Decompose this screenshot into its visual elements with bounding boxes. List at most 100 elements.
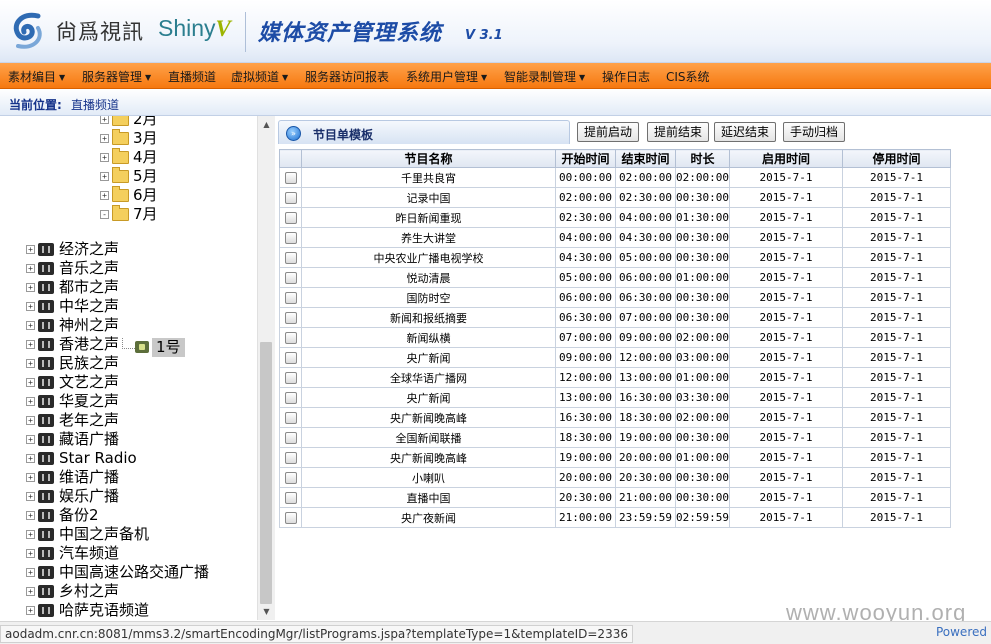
nav-item-1[interactable]: 服务器管理 ▼ <box>82 68 151 85</box>
table-row[interactable]: 记录中国 02:00:00 02:30:00 00:30:00 2015-7-1 2015… <box>279 187 951 208</box>
expand-toggle-icon[interactable]: + <box>26 416 35 425</box>
disable-date-cell: 2015-7-1 <box>842 307 951 328</box>
expand-toggle-icon[interactable]: + <box>26 245 35 254</box>
expand-toggle-icon[interactable]: + <box>26 302 35 311</box>
expand-toggle-icon[interactable]: + <box>100 191 109 200</box>
program-name-cell: 昨日新闻重现 <box>301 207 556 228</box>
row-checkbox[interactable] <box>284 492 297 504</box>
expand-toggle-icon[interactable]: + <box>26 587 35 596</box>
enable-date-cell: 2015-7-1 <box>729 287 843 308</box>
row-checkbox[interactable] <box>284 252 297 264</box>
row-checkbox[interactable] <box>284 292 297 304</box>
nav-item-0[interactable]: 素材编目 ▼ <box>8 68 65 85</box>
table-row[interactable]: 央广新闻 13:00:00 16:30:00 03:30:00 2015-7-1 2015… <box>279 387 951 408</box>
expand-toggle-icon[interactable]: + <box>26 321 35 330</box>
duration-cell: 02:00:00 <box>675 167 730 188</box>
expand-toggle-icon[interactable]: - <box>100 210 109 219</box>
expand-toggle-icon[interactable]: + <box>26 454 35 463</box>
expand-toggle-icon[interactable]: + <box>26 473 35 482</box>
row-select-cell <box>279 307 302 328</box>
duration-cell: 01:30:00 <box>675 207 730 228</box>
caret-down-icon: ▼ <box>59 73 66 82</box>
row-checkbox[interactable] <box>284 212 297 224</box>
start-time-cell: 00:00:00 <box>555 167 616 188</box>
disable-date-cell: 2015-7-1 <box>842 487 951 508</box>
expand-toggle-icon[interactable]: + <box>100 134 109 143</box>
table-row[interactable]: 央广新闻 09:00:00 12:00:00 03:00:00 2015-7-1 2015… <box>279 347 951 368</box>
table-row[interactable]: 国防时空 06:00:00 06:30:00 00:30:00 2015-7-1 2015… <box>279 287 951 308</box>
row-checkbox[interactable] <box>284 232 297 244</box>
row-checkbox[interactable] <box>284 512 297 524</box>
breadcrumb-current[interactable]: 直播频道 <box>71 96 119 113</box>
nav-item-2[interactable]: 直播频道 <box>168 68 216 85</box>
table-row[interactable]: 央广夜新闻 21:00:00 23:59:59 02:59:59 2015-7-1 201… <box>279 507 951 528</box>
table-row[interactable]: 新闻纵横 07:00:00 09:00:00 02:00:00 2015-7-1 2015… <box>279 327 951 348</box>
table-row[interactable]: 新闻和报纸摘要 06:30:00 07:00:00 00:30:00 2015-7-1 2… <box>279 307 951 328</box>
scroll-down-icon[interactable]: ▼ <box>258 603 275 620</box>
early-start-button[interactable]: 提前启动 <box>577 122 640 142</box>
table-row[interactable]: 养生大讲堂 04:00:00 04:30:00 00:30:00 2015-7-1 201… <box>279 227 951 248</box>
expand-toggle-icon[interactable]: + <box>26 359 35 368</box>
nav-item-7[interactable]: 操作日志 <box>602 68 650 85</box>
table-row[interactable]: 全球华语广播网 12:00:00 13:00:00 01:00:00 2015-7-1 2… <box>279 367 951 388</box>
delay-end-button[interactable]: 延迟结束 <box>714 122 777 142</box>
scroll-up-icon[interactable]: ▲ <box>258 116 275 133</box>
expand-toggle-icon[interactable]: + <box>26 378 35 387</box>
table-row[interactable]: 小喇叭 20:00:00 20:30:00 00:30:00 2015-7-1 2015-… <box>279 467 951 488</box>
expand-toggle-icon[interactable]: + <box>26 435 35 444</box>
disable-date-cell: 2015-7-1 <box>842 287 951 308</box>
table-row[interactable]: 直播中国 20:30:00 21:00:00 00:30:00 2015-7-1 2015… <box>279 487 951 508</box>
row-checkbox[interactable] <box>284 312 297 324</box>
expand-toggle-icon[interactable]: + <box>26 511 35 520</box>
tree-leaf-selected[interactable]: 1号 <box>152 338 185 357</box>
table-row[interactable]: 千里共良宵 00:00:00 02:00:00 02:00:00 2015-7-1 201… <box>279 167 951 188</box>
enable-date-cell: 2015-7-1 <box>729 427 843 448</box>
nav-item-3[interactable]: 虚拟频道 ▼ <box>231 68 288 85</box>
nav-item-6[interactable]: 智能录制管理 ▼ <box>504 68 585 85</box>
table-row[interactable]: 昨日新闻重现 02:30:00 04:00:00 01:30:00 2015-7-1 20… <box>279 207 951 228</box>
row-checkbox[interactable] <box>284 432 297 444</box>
duration-cell: 02:00:00 <box>675 327 730 348</box>
table-row[interactable]: 央广新闻晚高峰 19:00:00 20:00:00 01:00:00 2015-7-1 2… <box>279 447 951 468</box>
row-checkbox[interactable] <box>284 392 297 404</box>
expand-toggle-icon[interactable]: + <box>26 606 35 615</box>
expand-toggle-icon[interactable]: + <box>26 264 35 273</box>
row-checkbox[interactable] <box>284 472 297 484</box>
table-row[interactable]: 中央农业广播电视学校 04:30:00 05:00:00 00:30:00 2015-7… <box>279 247 951 268</box>
expand-toggle-icon[interactable]: + <box>26 530 35 539</box>
row-checkbox[interactable] <box>284 372 297 384</box>
tree-node-label: 汽车频道 <box>59 544 120 562</box>
expand-toggle-icon[interactable]: + <box>100 172 109 181</box>
expand-toggle-icon[interactable]: + <box>100 153 109 162</box>
row-checkbox[interactable] <box>284 172 297 184</box>
nav-item-4[interactable]: 服务器访问报表 <box>305 68 389 85</box>
table-row[interactable]: 悦动清晨 05:00:00 06:00:00 01:00:00 2015-7-1 2015… <box>279 267 951 288</box>
row-checkbox[interactable] <box>284 332 297 344</box>
row-checkbox[interactable] <box>284 352 297 364</box>
duration-cell: 01:00:00 <box>675 367 730 388</box>
nav-item-8[interactable]: CIS系统 <box>666 68 710 85</box>
tree-scrollbar[interactable]: ▲ ▼ <box>257 116 275 620</box>
disable-date-cell: 2015-7-1 <box>842 427 951 448</box>
expand-toggle-icon[interactable]: + <box>100 116 109 124</box>
disable-date-cell: 2015-7-1 <box>842 267 951 288</box>
row-checkbox[interactable] <box>284 452 297 464</box>
scroll-thumb[interactable] <box>260 342 272 604</box>
row-select-cell <box>279 367 302 388</box>
table-row[interactable]: 央广新闻晚高峰 16:30:00 18:30:00 02:00:00 2015-7-1 2… <box>279 407 951 428</box>
disable-date-cell: 2015-7-1 <box>842 407 951 428</box>
early-end-button[interactable]: 提前结束 <box>647 122 710 142</box>
table-row[interactable]: 全国新闻联播 18:30:00 19:00:00 00:30:00 2015-7-1 20… <box>279 427 951 448</box>
expand-toggle-icon[interactable]: + <box>26 283 35 292</box>
row-checkbox[interactable] <box>284 412 297 424</box>
row-checkbox[interactable] <box>284 192 297 204</box>
expand-toggle-icon[interactable]: + <box>26 340 35 349</box>
expand-toggle-icon[interactable]: + <box>26 568 35 577</box>
expand-toggle-icon[interactable]: + <box>26 492 35 501</box>
row-select-cell <box>279 207 302 228</box>
row-checkbox[interactable] <box>284 272 297 284</box>
expand-toggle-icon[interactable]: + <box>26 549 35 558</box>
nav-item-5[interactable]: 系统用户管理 ▼ <box>406 68 487 85</box>
expand-toggle-icon[interactable]: + <box>26 397 35 406</box>
manual-archive-button[interactable]: 手动归档 <box>783 122 846 142</box>
